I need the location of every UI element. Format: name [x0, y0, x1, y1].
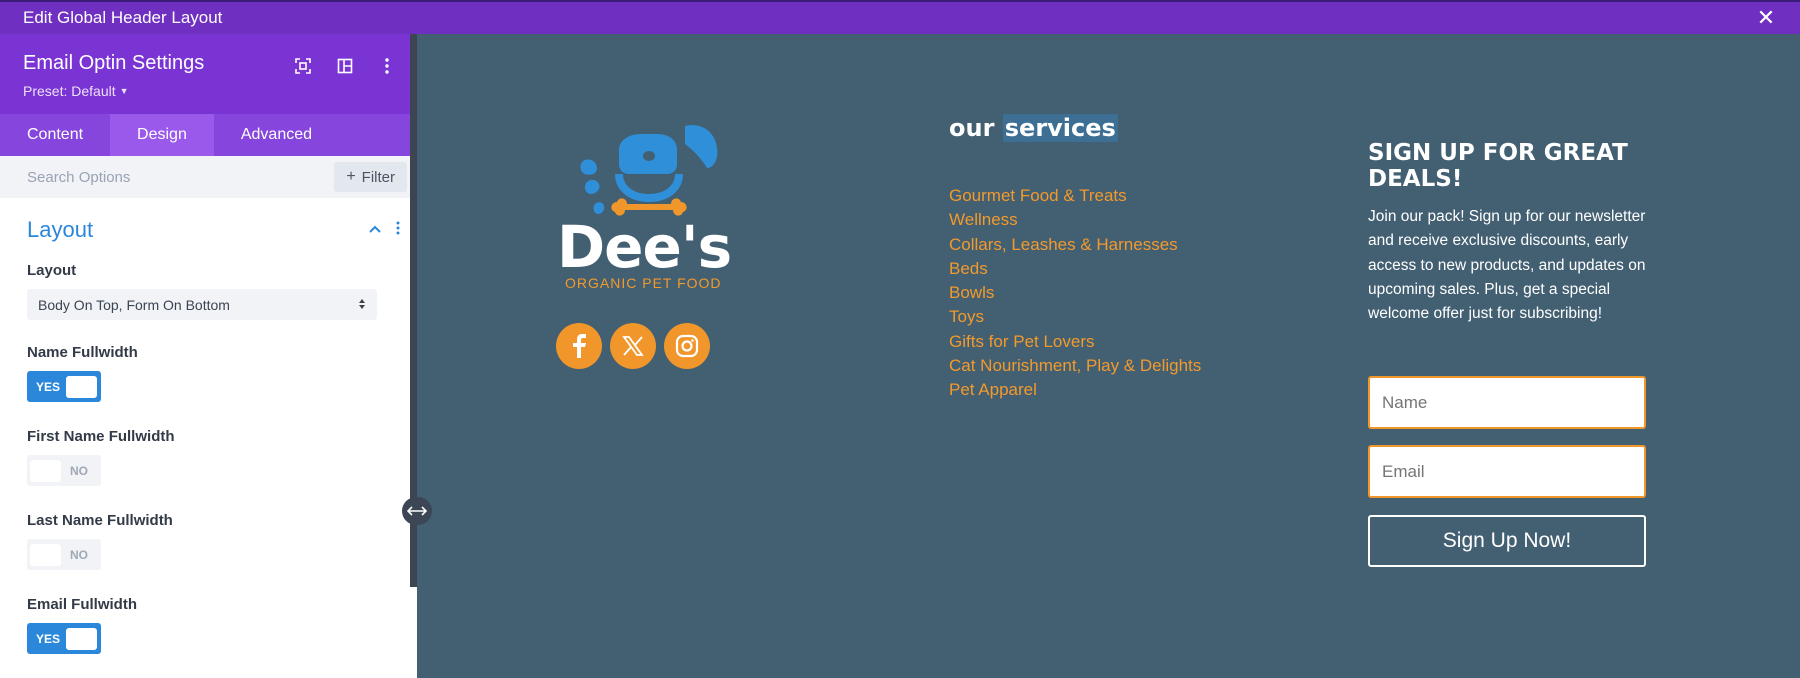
toggle-email-fullwidth: Email Fullwidth YES — [27, 596, 390, 654]
toggle-first-name-fullwidth: First Name Fullwidth NO — [27, 428, 390, 486]
builder-title: Edit Global Header Layout — [23, 8, 223, 27]
services-heading-highlight: services — [1002, 114, 1118, 142]
more-vertical-icon[interactable] — [377, 56, 397, 76]
layout-field-label: Layout — [27, 262, 77, 279]
panel-tabs: Content Design Advanced — [0, 114, 417, 156]
layout-select-value: Body On Top, Form On Bottom — [38, 296, 230, 313]
settings-panel: Email Optin Settings Preset: Default ▼ C… — [0, 34, 417, 678]
select-arrows-icon — [358, 297, 366, 313]
filter-label: Filter — [361, 168, 395, 186]
toggle-state: NO — [70, 463, 88, 478]
tab-advanced[interactable]: Advanced — [214, 114, 339, 156]
tab-design[interactable]: Design — [110, 114, 214, 156]
toggle-last-name-fullwidth: Last Name Fullwidth NO — [27, 512, 390, 570]
search-bar: + Filter — [0, 156, 417, 198]
service-link[interactable]: Pet Apparel — [949, 378, 1201, 402]
close-icon[interactable]: ✕ — [1755, 7, 1777, 29]
layout-section: Layout Layout Body On Top, Form On Botto… — [0, 198, 417, 654]
services-heading: our services — [949, 114, 1118, 142]
social-links — [556, 323, 710, 369]
toggle-knob — [30, 459, 61, 482]
toggle-knob — [30, 543, 61, 566]
resize-arrows-icon — [407, 506, 427, 516]
preview-canvas: Dee's ORGANIC PET FOOD our services Gour… — [417, 34, 1800, 678]
service-link[interactable]: Gifts for Pet Lovers — [949, 330, 1201, 354]
toggle-label: Name Fullwidth — [27, 344, 138, 361]
panel-header-actions — [293, 56, 397, 76]
toggle-label: Last Name Fullwidth — [27, 512, 173, 529]
toggle-state: YES — [35, 631, 60, 646]
toggle-name-fullwidth: Name Fullwidth YES — [27, 344, 390, 402]
service-link[interactable]: Toys — [949, 305, 1201, 329]
signup-description: Join our pack! Sign up for our newslette… — [1368, 208, 1646, 323]
panel-header: Email Optin Settings Preset: Default ▼ — [0, 34, 417, 114]
service-link[interactable]: Beds — [949, 257, 1201, 281]
signup-heading: SIGN UP FOR GREAT DEALS! — [1368, 140, 1628, 192]
service-link[interactable]: Wellness — [949, 208, 1201, 232]
service-link[interactable]: Bowls — [949, 281, 1201, 305]
toggle-switch[interactable]: YES — [27, 371, 101, 402]
toggle-knob — [66, 627, 97, 650]
x-twitter-icon[interactable] — [610, 323, 656, 369]
services-list: Gourmet Food & Treats Wellness Collars, … — [949, 184, 1201, 403]
toggle-switch[interactable]: NO — [27, 539, 101, 570]
resize-handle[interactable] — [402, 497, 432, 525]
builder-topbar: Edit Global Header Layout ✕ — [0, 0, 1800, 34]
service-link[interactable]: Cat Nourishment, Play & Delights — [949, 354, 1201, 378]
toggle-label: First Name Fullwidth — [27, 428, 175, 445]
section-title: Layout — [27, 217, 94, 242]
chevron-up-icon[interactable] — [368, 221, 382, 239]
instagram-icon[interactable] — [664, 323, 710, 369]
signup-button[interactable]: Sign Up Now! — [1368, 515, 1646, 567]
section-actions — [368, 221, 400, 240]
preset-label: Preset: Default — [23, 83, 116, 99]
brand-tagline: ORGANIC PET FOOD — [565, 275, 722, 291]
brand-name: Dee's — [557, 213, 732, 281]
toggle-state: NO — [70, 547, 88, 562]
filter-button[interactable]: + Filter — [334, 162, 407, 192]
name-input[interactable] — [1368, 376, 1646, 429]
more-vertical-icon[interactable] — [396, 221, 400, 240]
toggle-switch[interactable]: NO — [27, 455, 101, 486]
section-header[interactable]: Layout — [27, 198, 400, 262]
toggle-switch[interactable]: YES — [27, 623, 101, 654]
service-link[interactable]: Gourmet Food & Treats — [949, 184, 1201, 208]
facebook-icon[interactable] — [556, 323, 602, 369]
tab-content[interactable]: Content — [0, 114, 110, 156]
expand-icon[interactable] — [293, 56, 313, 76]
toggle-label: Email Fullwidth — [27, 596, 138, 613]
caret-down-icon: ▼ — [119, 86, 129, 96]
service-link[interactable]: Collars, Leashes & Harnesses — [949, 233, 1201, 257]
plus-icon: + — [346, 168, 356, 185]
services-heading-part: our — [949, 114, 1003, 142]
search-input[interactable] — [27, 168, 307, 186]
toggle-knob — [66, 375, 97, 398]
preset-selector[interactable]: Preset: Default ▼ — [23, 83, 394, 99]
columns-icon[interactable] — [335, 56, 355, 76]
toggle-state: YES — [35, 379, 60, 394]
layout-select[interactable]: Body On Top, Form On Bottom — [27, 289, 377, 320]
email-input[interactable] — [1368, 445, 1646, 498]
